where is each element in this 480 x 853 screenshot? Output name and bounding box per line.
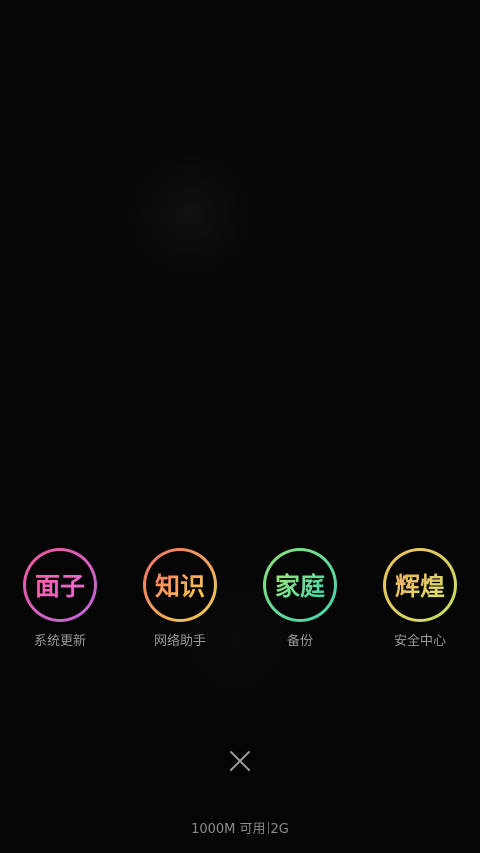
close-button[interactable] [224,745,256,777]
app-label-network-assistant: 网络助手 [153,634,206,649]
app-glyph-mianzi: 面子 [35,567,85,603]
app-item-security-center[interactable]: 辉煌 安全中心 [360,548,480,658]
memory-total: 2G [270,822,289,837]
app-glyph-jiating: 家庭 [275,567,325,603]
memory-available: 1000M 可用 [191,822,266,837]
app-item-system-update[interactable]: 面子 系统更新 [0,548,120,658]
background [0,0,480,853]
close-icon [230,751,250,771]
app-row: 面子 系统更新 知识 网络助手 家庭 备份 辉煌 安全中心 [0,548,480,658]
app-label-security-center: 安全中心 [393,634,446,649]
app-label-system-update: 系统更新 [33,634,86,649]
divider [267,822,269,834]
app-ring: 知识 [143,548,217,622]
memory-status: 1000M 可用 2G [0,818,480,837]
app-glyph-huihuang: 辉煌 [395,567,445,603]
app-ring: 辉煌 [383,548,457,622]
app-label-backup: 备份 [286,634,313,649]
app-item-network-assistant[interactable]: 知识 网络助手 [120,548,240,658]
app-ring: 面子 [23,548,97,622]
app-glyph-zhishi: 知识 [155,567,205,603]
app-item-backup[interactable]: 家庭 备份 [240,548,360,658]
app-ring: 家庭 [263,548,337,622]
